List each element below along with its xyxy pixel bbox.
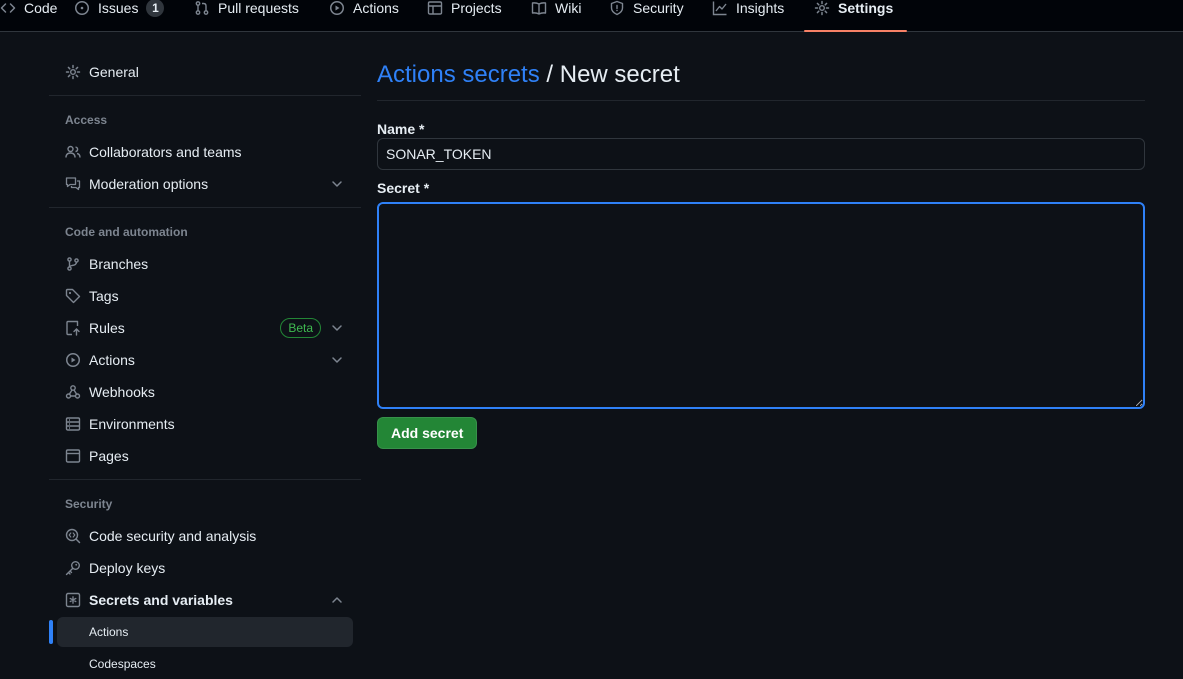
issues-counter: 1 bbox=[146, 0, 165, 17]
sidebar-item-environments[interactable]: Environments bbox=[57, 408, 353, 440]
chevron-down-icon[interactable] bbox=[329, 176, 345, 192]
sidebar-item-pages[interactable]: Pages bbox=[57, 440, 353, 472]
sidebar-divider bbox=[49, 479, 361, 480]
breadcrumb-separator: / bbox=[539, 61, 560, 88]
chevron-down-icon[interactable] bbox=[329, 352, 345, 368]
sidebar-item-moderation[interactable]: Moderation options bbox=[57, 168, 353, 200]
sidebar-item-label: Tags bbox=[89, 288, 119, 304]
add-secret-button[interactable]: Add secret bbox=[377, 417, 478, 449]
sidebar-item-rules[interactable]: Rules Beta bbox=[57, 312, 353, 344]
sidebar-item-label: Collaborators and teams bbox=[89, 144, 242, 160]
gear-icon bbox=[65, 64, 81, 80]
tag-icon bbox=[65, 288, 81, 304]
gear-icon bbox=[814, 0, 830, 16]
sidebar-item-general[interactable]: General bbox=[57, 56, 353, 88]
tab-actions[interactable]: Actions bbox=[329, 0, 399, 31]
sidebar-item-tags[interactable]: Tags bbox=[57, 280, 353, 312]
people-icon bbox=[65, 144, 81, 160]
sidebar-heading-code-automation: Code and automation bbox=[65, 225, 188, 239]
sidebar-divider bbox=[49, 207, 361, 208]
page-title-text: New secret bbox=[559, 61, 680, 88]
shield-icon bbox=[609, 0, 625, 16]
breadcrumb-actions-secrets-link[interactable]: Actions secrets bbox=[377, 61, 540, 88]
code-icon bbox=[0, 0, 16, 16]
git-pull-request-icon bbox=[194, 0, 210, 16]
tab-pull-requests[interactable]: Pull requests bbox=[194, 0, 299, 31]
sidebar-item-label: Pages bbox=[89, 448, 129, 464]
sidebar-divider bbox=[49, 95, 361, 96]
secret-label: Secret * bbox=[377, 180, 430, 196]
sidebar-item-webhooks[interactable]: Webhooks bbox=[57, 376, 353, 408]
git-branch-icon bbox=[65, 256, 81, 272]
sidebar-item-label: Deploy keys bbox=[89, 560, 166, 576]
name-label: Name * bbox=[377, 121, 425, 137]
sidebar-heading-security: Security bbox=[65, 497, 113, 511]
secret-name-input[interactable] bbox=[377, 138, 1145, 170]
play-icon bbox=[329, 0, 345, 16]
sidebar-item-deploy-keys[interactable]: Deploy keys bbox=[57, 552, 353, 584]
sidebar-item-actions[interactable]: Actions bbox=[57, 344, 353, 376]
secret-value-textarea[interactable] bbox=[377, 202, 1145, 409]
repo-nav: Code Issues 1 Pull requests Actions Proj… bbox=[0, 0, 1183, 32]
issue-opened-icon bbox=[74, 0, 90, 16]
tab-label: Code bbox=[24, 0, 58, 16]
sidebar-item-label: Secrets and variables bbox=[89, 592, 233, 608]
tab-insights[interactable]: Insights bbox=[712, 0, 784, 31]
title-divider bbox=[377, 100, 1145, 101]
tab-issues[interactable]: Issues 1 bbox=[74, 0, 165, 31]
tab-code[interactable]: Code bbox=[0, 0, 57, 31]
key-asterisk-icon bbox=[65, 592, 81, 608]
sidebar-item-code-security[interactable]: Code security and analysis bbox=[57, 520, 353, 552]
tab-security[interactable]: Security bbox=[609, 0, 684, 31]
beta-badge: Beta bbox=[280, 318, 321, 338]
sidebar-subitem-actions[interactable]: Actions bbox=[57, 617, 353, 647]
tab-label: Insights bbox=[736, 0, 785, 16]
active-indicator bbox=[49, 620, 53, 644]
sidebar-item-label: Rules bbox=[89, 320, 125, 336]
sidebar-item-label: Environments bbox=[89, 416, 175, 432]
sidebar-item-label: Moderation options bbox=[89, 176, 209, 192]
sidebar-item-label: Webhooks bbox=[89, 384, 155, 400]
sidebar-item-branches[interactable]: Branches bbox=[57, 248, 353, 280]
book-icon bbox=[531, 0, 547, 16]
chevron-up-icon[interactable] bbox=[329, 592, 345, 608]
page-title: Actions secrets / New secret bbox=[377, 60, 680, 90]
sidebar-subitem-label: Codespaces bbox=[89, 657, 156, 671]
tab-label: Projects bbox=[451, 0, 502, 16]
sidebar-item-label: General bbox=[89, 64, 139, 80]
tab-settings[interactable]: Settings bbox=[803, 0, 908, 32]
comment-discussion-icon bbox=[65, 176, 81, 192]
tab-label: Issues bbox=[98, 0, 139, 16]
sidebar-heading-access: Access bbox=[65, 113, 108, 127]
sidebar-subitem-label: Actions bbox=[89, 625, 129, 639]
tab-label: Pull requests bbox=[218, 0, 299, 16]
chevron-down-icon[interactable] bbox=[329, 320, 345, 336]
repo-push-icon bbox=[65, 320, 81, 336]
tab-projects[interactable]: Projects bbox=[427, 0, 502, 31]
table-icon bbox=[427, 0, 443, 16]
codescan-icon bbox=[65, 528, 81, 544]
key-icon bbox=[65, 560, 81, 576]
sidebar-item-label: Code security and analysis bbox=[89, 528, 257, 544]
tab-label: Security bbox=[633, 0, 684, 16]
sidebar-item-label: Actions bbox=[89, 352, 135, 368]
play-icon bbox=[65, 352, 81, 368]
tab-wiki[interactable]: Wiki bbox=[531, 0, 581, 31]
sidebar-item-label: Branches bbox=[89, 256, 149, 272]
tab-label: Wiki bbox=[555, 0, 582, 16]
webhook-icon bbox=[65, 384, 81, 400]
server-icon bbox=[65, 416, 81, 432]
sidebar-item-collaborators[interactable]: Collaborators and teams bbox=[57, 136, 353, 168]
sidebar-subitem-codespaces[interactable]: Codespaces bbox=[57, 649, 353, 679]
tab-label: Settings bbox=[838, 0, 894, 16]
browser-icon bbox=[65, 448, 81, 464]
graph-icon bbox=[712, 0, 728, 16]
tab-label: Actions bbox=[353, 0, 399, 16]
sidebar-item-secrets-variables[interactable]: Secrets and variables bbox=[57, 584, 353, 616]
